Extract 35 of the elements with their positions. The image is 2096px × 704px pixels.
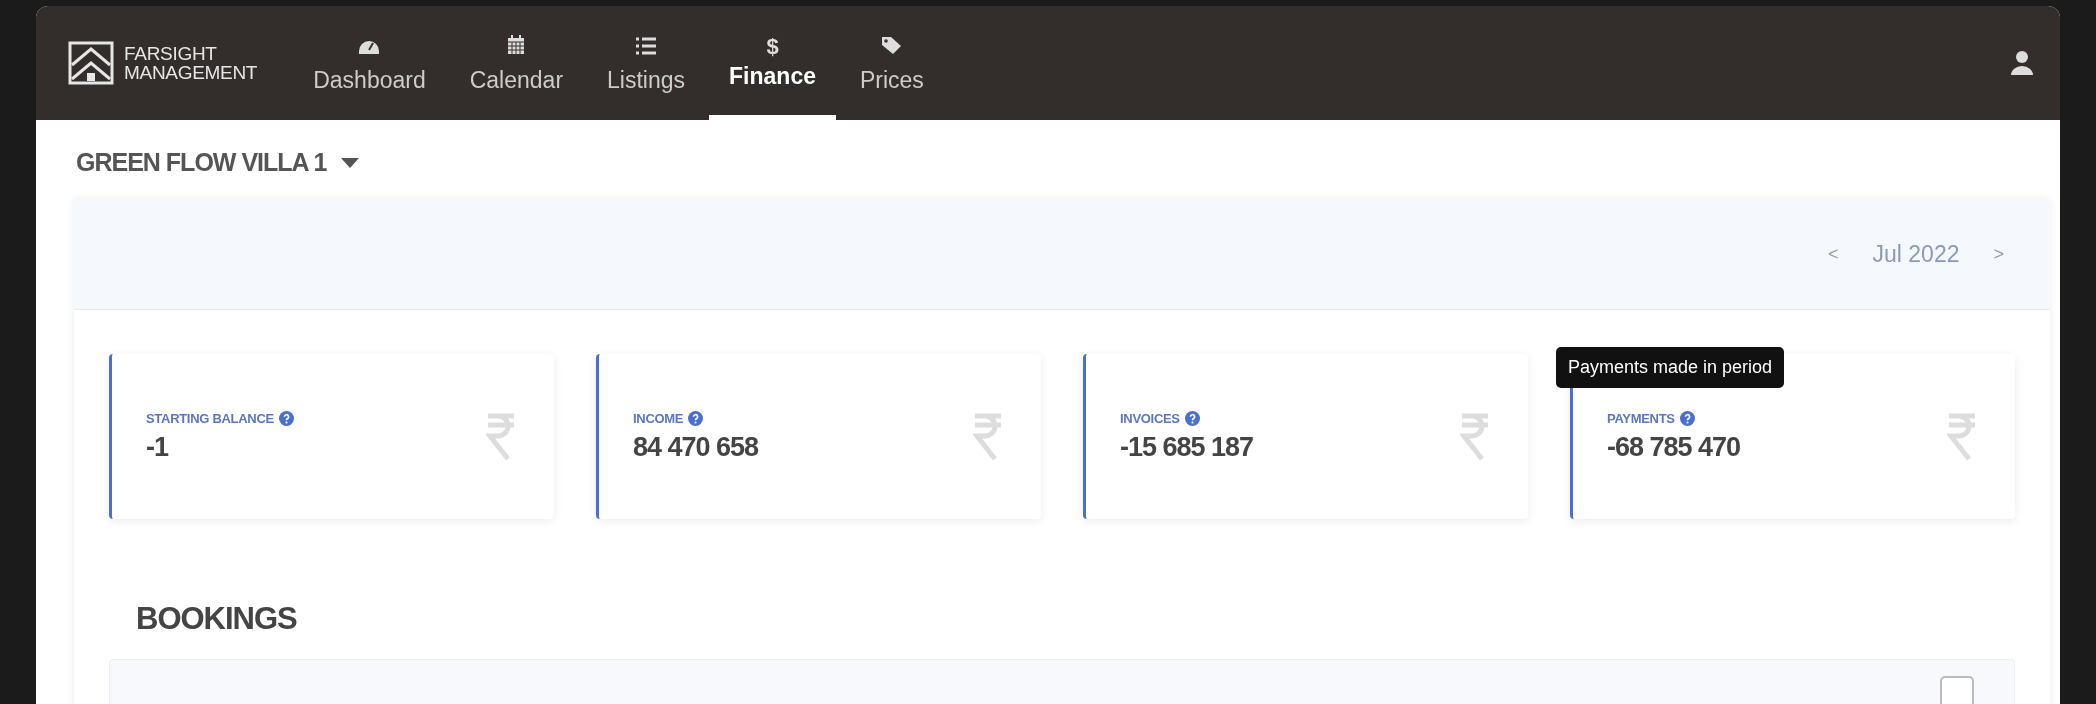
caret-icon[interactable] bbox=[340, 157, 359, 168]
stat-value: -1 bbox=[146, 431, 168, 463]
tooltip: Payments made in period bbox=[1556, 347, 1785, 388]
brand-name: MANAGEMENT bbox=[124, 63, 258, 82]
nav-tab[interactable]: Dashboard bbox=[293, 6, 446, 120]
nav-tab[interactable]: Listings bbox=[587, 6, 706, 120]
help-icon[interactable] bbox=[278, 410, 294, 426]
stat-value: -15 685 187 bbox=[1120, 431, 1254, 463]
nav-tab[interactable]: Prices bbox=[839, 6, 944, 120]
rupee-icon bbox=[1947, 412, 1977, 461]
nav-tab[interactable]: $ Finance bbox=[709, 6, 836, 120]
help-icon[interactable] bbox=[688, 410, 704, 426]
brand-name: FARSIGHT bbox=[124, 44, 218, 63]
rupee-icon bbox=[486, 412, 516, 461]
user-icon[interactable] bbox=[2010, 50, 2034, 76]
tag-icon bbox=[880, 34, 903, 55]
stat-value: 84 470 658 bbox=[633, 431, 759, 463]
stat-label: INVOICES bbox=[1120, 410, 1180, 426]
stat-label: PAYMENTS bbox=[1607, 410, 1675, 426]
stat-label: INCOME bbox=[633, 410, 684, 426]
dollar-icon: $ bbox=[766, 37, 779, 57]
help-icon[interactable] bbox=[1679, 410, 1695, 426]
rupee-icon bbox=[973, 412, 1003, 461]
calendar-icon bbox=[507, 34, 526, 55]
month-label: Jul 2022 bbox=[1872, 240, 1960, 268]
checkbox[interactable] bbox=[1940, 676, 1974, 704]
rupee-icon bbox=[1460, 412, 1490, 461]
nav-tab[interactable]: Calendar bbox=[449, 6, 584, 120]
logo-icon bbox=[68, 41, 114, 85]
stat-value: -68 785 470 bbox=[1607, 431, 1741, 463]
help-icon[interactable] bbox=[1184, 410, 1200, 426]
property-title: GREEN FLOW VILLA 1 bbox=[76, 148, 327, 177]
list-icon bbox=[636, 36, 657, 55]
section-heading: BOOKINGS bbox=[135, 600, 298, 637]
stat-label: STARTING BALANCE bbox=[146, 410, 274, 426]
